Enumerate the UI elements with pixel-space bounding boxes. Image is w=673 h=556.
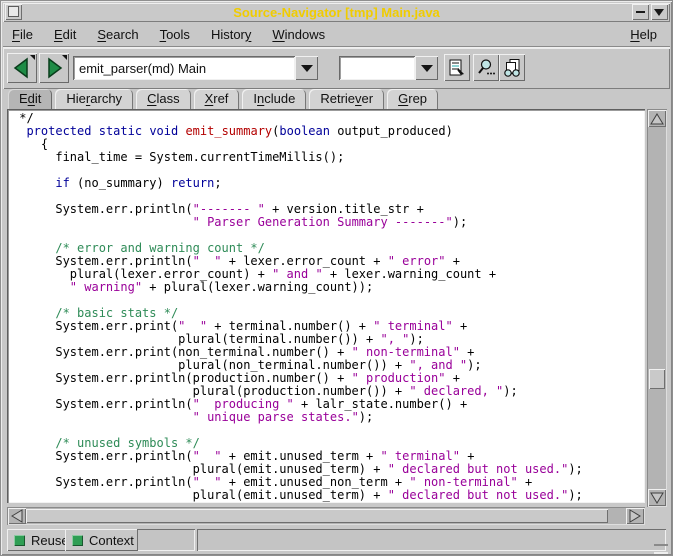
- context-label: Context: [89, 533, 134, 548]
- context-toggle-button[interactable]: Context: [65, 529, 141, 551]
- code-line: " warning" + plural(lexer.warning_count)…: [12, 281, 645, 294]
- symbol-combo-input[interactable]: [73, 56, 295, 80]
- back-history-dropdown-icon: [30, 55, 35, 60]
- scroll-down-icon: [650, 492, 664, 504]
- toolbar: [3, 48, 670, 89]
- title-bar[interactable]: Source-Navigator [tmp] Main.java: [3, 3, 670, 22]
- window-title: Source-Navigator [tmp] Main.java: [3, 5, 670, 20]
- menu-file[interactable]: File: [3, 25, 42, 44]
- horizontal-scrollbar[interactable]: [7, 507, 645, 525]
- tab-class[interactable]: Class: [136, 89, 191, 109]
- maximize-icon: [654, 9, 664, 16]
- tab-include[interactable]: Include: [242, 89, 306, 109]
- resize-grip[interactable]: [654, 544, 668, 554]
- reuse-label: Reuse: [31, 533, 69, 548]
- menu-items: FileEditSearchToolsHistoryWindows: [3, 25, 337, 44]
- reuse-indicator-icon: [14, 535, 25, 546]
- dropdown-arrow-icon: [421, 65, 433, 72]
- retriever-icon: [502, 58, 522, 78]
- minimize-icon: [636, 11, 645, 13]
- menu-help[interactable]: Help: [620, 25, 667, 44]
- editor-button[interactable]: [444, 54, 470, 81]
- code-area: */ protected static void emit_summary(bo…: [7, 109, 645, 502]
- minimize-button[interactable]: [632, 4, 649, 20]
- search-button[interactable]: [473, 54, 499, 81]
- forward-button[interactable]: [39, 53, 69, 83]
- tab-retriever[interactable]: Retriever: [309, 89, 384, 109]
- menu-search[interactable]: Search: [88, 25, 147, 44]
- context-indicator-icon: [72, 535, 83, 546]
- status-panel-small: [137, 529, 195, 551]
- tab-edit[interactable]: Edit: [8, 89, 52, 109]
- scroll-left-icon: [11, 509, 23, 523]
- code-line: if (no_summary) return;: [12, 177, 645, 190]
- maximize-button[interactable]: [651, 4, 668, 20]
- search-icon: [476, 58, 496, 78]
- menu-bar: FileEditSearchToolsHistoryWindows Help: [3, 23, 670, 46]
- horizontal-scroll-thumb[interactable]: [26, 509, 608, 523]
- menu-windows[interactable]: Windows: [263, 25, 334, 44]
- code-line: final_time = System.currentTimeMillis();: [12, 151, 645, 164]
- tab-xref[interactable]: Xref: [194, 89, 240, 109]
- scroll-right-icon: [629, 509, 641, 523]
- editor-icon: [447, 58, 467, 78]
- menu-history[interactable]: History: [202, 25, 260, 44]
- back-button[interactable]: [7, 53, 37, 83]
- menu-tools[interactable]: Tools: [151, 25, 199, 44]
- code-line: protected static void emit_summary(boole…: [12, 125, 645, 138]
- code-line: " Parser Generation Summary -------");: [12, 216, 645, 229]
- tab-hierarchy[interactable]: Hierarchy: [55, 89, 133, 109]
- scroll-up-icon: [650, 113, 664, 125]
- symbol-combo-dropdown-button[interactable]: [295, 56, 318, 80]
- search-combo-input[interactable]: [339, 56, 415, 80]
- menu-edit[interactable]: Edit: [45, 25, 85, 44]
- tab-grep[interactable]: Grep: [387, 89, 438, 109]
- status-panel-large: [197, 529, 666, 551]
- dropdown-arrow-icon: [301, 65, 313, 72]
- scroll-left-button[interactable]: [8, 508, 26, 524]
- editor-view[interactable]: */ protected static void emit_summary(bo…: [7, 109, 645, 503]
- search-combo-dropdown-button[interactable]: [415, 56, 438, 80]
- scroll-up-button[interactable]: [648, 110, 666, 127]
- retriever-button[interactable]: [499, 54, 525, 81]
- vertical-scroll-thumb[interactable]: [649, 369, 665, 389]
- app-window: Source-Navigator [tmp] Main.java FileEdi…: [0, 0, 673, 556]
- tab-bar: EditHierarchyClassXrefIncludeRetrieverGr…: [3, 89, 670, 109]
- scroll-right-button[interactable]: [626, 508, 644, 524]
- forward-history-dropdown-icon: [62, 55, 67, 60]
- vertical-scrollbar[interactable]: [647, 109, 667, 507]
- status-bar: Reuse Context: [3, 529, 670, 552]
- code-line: plural(emit.unused_term) + " declared bu…: [12, 489, 645, 502]
- scroll-down-button[interactable]: [648, 489, 666, 506]
- code-line: " unique parse states.");: [12, 411, 645, 424]
